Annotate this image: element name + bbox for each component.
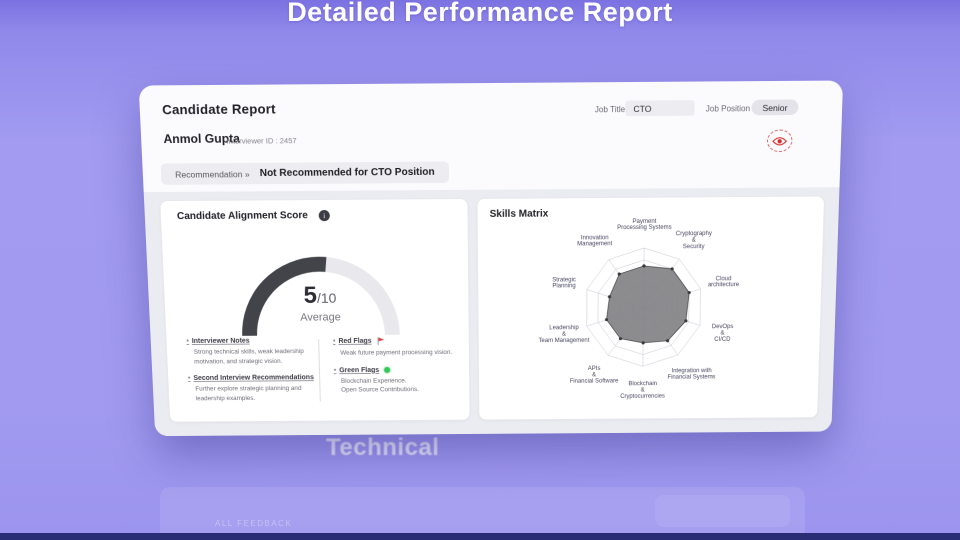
bullet-icon: • <box>186 338 189 345</box>
card-title: Candidate Report <box>162 101 276 117</box>
background-footer-label: ALL FEEDBACK <box>215 519 292 528</box>
background-word-technical: Technical <box>326 434 439 462</box>
skills-radar-chart: PaymentProcessing Systems Cryptography&Se… <box>477 196 826 421</box>
svg-text:DevOps&CI/CD: DevOps&CI/CD <box>712 324 734 343</box>
second-interview-heading: • Second Interview Recommendations <box>188 375 314 383</box>
svg-text:PaymentProcessing Systems: PaymentProcessing Systems <box>617 219 672 232</box>
svg-text:StrategicPlanning: StrategicPlanning <box>552 277 576 289</box>
red-flags-body: Weak future payment processing vision. <box>340 348 462 358</box>
card-body: Candidate Alignment Score i 5/10 Average… <box>144 187 840 436</box>
view-eye-button[interactable] <box>767 129 793 152</box>
gauge-score: 5/10 <box>214 281 426 310</box>
svg-text:Cryptography&Security: Cryptography&Security <box>676 231 713 250</box>
page-title: Detailed Performance Report <box>0 0 960 28</box>
interviewer-id: Interviewer ID : 2457 <box>226 136 296 146</box>
alignment-score-title: Candidate Alignment Score <box>177 210 308 222</box>
bullet-icon: • <box>334 367 337 374</box>
interviewer-notes-body: Strong technical skills, weak leadership… <box>194 347 314 367</box>
notes-divider <box>318 339 321 401</box>
job-position-label: Job Position <box>706 104 751 114</box>
green-dot-icon <box>384 367 390 373</box>
flags-column: • Red Flags Weak future payment processi… <box>333 336 463 404</box>
interviewer-notes-column: • Interviewer Notes Strong technical ski… <box>186 337 315 412</box>
interviewer-notes-heading: • Interviewer Notes <box>186 337 313 345</box>
second-interview-body: Further explore strategic planning and l… <box>195 384 315 403</box>
background-footer-blob <box>655 495 790 527</box>
skills-matrix-panel: Skills Matrix PaymentProcessing SystemsC… <box>476 195 825 420</box>
green-flags-body: Blockchain Experience. Open Source Contr… <box>341 376 463 395</box>
svg-text:Cloudarchitecture: Cloudarchitecture <box>708 276 740 288</box>
alignment-score-panel: Candidate Alignment Score i 5/10 Average… <box>159 198 470 423</box>
svg-text:Leadership&Team Management: Leadership&Team Management <box>539 325 590 344</box>
recommendation-value: Not Recommended for CTO Position <box>260 167 435 179</box>
recommendation-pill: Recommendation » Not Recommended for CTO… <box>161 162 449 185</box>
job-title-label: Job Title <box>595 105 625 115</box>
job-position-select[interactable]: Senior <box>751 99 798 115</box>
red-flags-heading: • Red Flags <box>333 336 462 346</box>
gauge-caption: Average <box>215 311 426 324</box>
svg-text:Integration withFinancial Syst: Integration withFinancial Systems <box>667 368 715 380</box>
svg-text:APIs&Financial Software: APIs&Financial Software <box>570 366 619 385</box>
bullet-icon: • <box>188 375 191 382</box>
svg-text:InnovationManagement: InnovationManagement <box>577 235 612 248</box>
eye-icon <box>772 135 788 146</box>
bottom-bar <box>0 533 960 540</box>
bullet-icon: • <box>333 338 336 345</box>
info-icon[interactable]: i <box>319 210 330 221</box>
svg-text:Blockchain&Cryptocurrencies: Blockchain&Cryptocurrencies <box>620 381 665 399</box>
job-title-input[interactable] <box>625 100 694 116</box>
recommendation-label: Recommendation » <box>175 169 250 180</box>
red-flag-icon <box>376 337 384 346</box>
candidate-report-card: Candidate Report Job Title Job Position … <box>139 81 843 437</box>
alignment-gauge: 5/10 Average <box>212 223 427 343</box>
green-flags-heading: • Green Flags <box>334 366 462 374</box>
